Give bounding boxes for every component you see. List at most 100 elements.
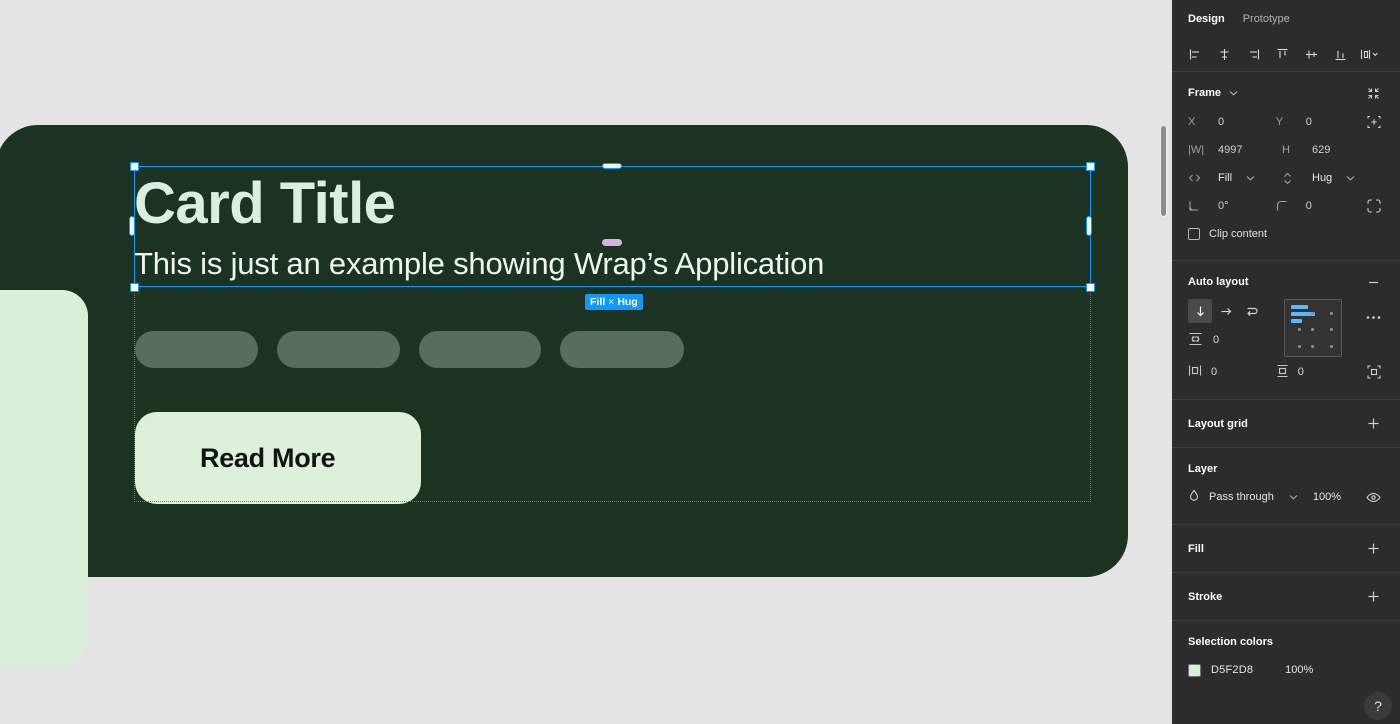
corner-radius-value: 0	[1305, 200, 1312, 212]
layer-section: Layer Pass through 100%	[1172, 448, 1400, 525]
collapse-frame-icon[interactable]	[1362, 82, 1384, 104]
layout-grid-title: Layout grid	[1188, 417, 1248, 430]
right-properties-panel: Design Prototype Frame X 0 Y 0 |W| 4997 …	[1172, 0, 1400, 724]
padding-row: 0 0	[1188, 357, 1384, 387]
gap-icon	[1188, 332, 1203, 349]
placeholder-pill[interactable]	[277, 331, 400, 368]
direction-buttons	[1188, 297, 1280, 325]
add-stroke-icon[interactable]	[1362, 586, 1384, 608]
card-subtitle-text[interactable]: This is just an example showing Wrap’s A…	[134, 244, 824, 284]
fill-section: Fill	[1172, 525, 1400, 573]
panel-tabs: Design Prototype	[1172, 0, 1400, 38]
chevron-down-icon[interactable]	[1229, 87, 1238, 99]
blend-mode-row[interactable]: Pass through 100%	[1188, 484, 1384, 510]
stroke-title: Stroke	[1188, 590, 1223, 603]
blend-mode-icon	[1188, 489, 1200, 505]
add-fill-icon[interactable]	[1362, 538, 1384, 560]
placeholder-pill[interactable]	[135, 331, 258, 368]
frame-section-header: Frame	[1188, 82, 1384, 104]
frame-position-row: X 0 Y 0	[1188, 108, 1384, 136]
chevron-down-icon[interactable]	[1246, 172, 1255, 184]
canvas-vertical-scrollbar[interactable]	[1160, 125, 1167, 217]
rotation-value: 0°	[1218, 200, 1229, 212]
side-panel-shape[interactable]	[0, 290, 88, 665]
help-button[interactable]: ?	[1364, 692, 1392, 720]
height-field[interactable]: H 629	[1282, 144, 1376, 156]
visibility-eye-icon[interactable]	[1362, 486, 1384, 508]
pill-row	[135, 331, 684, 368]
horizontal-direction-icon[interactable]	[1214, 299, 1238, 323]
horizontal-resize-value: Fill	[1218, 172, 1233, 184]
size-badge[interactable]: Fill × Hug	[585, 294, 643, 310]
chevron-down-icon[interactable]	[1289, 491, 1298, 503]
resize-handle-left[interactable]	[129, 216, 135, 236]
size-badge-height: Hug	[617, 296, 638, 308]
rotation-field[interactable]: 0°	[1188, 200, 1276, 212]
clip-content-label: Clip content	[1209, 228, 1268, 240]
add-layout-grid-icon[interactable]	[1362, 413, 1384, 435]
align-vertical-centers-icon[interactable]	[1298, 42, 1325, 68]
auto-layout-direction-group: 0	[1188, 297, 1280, 355]
x-field[interactable]: X 0	[1188, 116, 1276, 128]
selection-handle-bottom-left[interactable]	[130, 283, 139, 292]
layer-header: Layer	[1188, 458, 1384, 480]
align-left-icon[interactable]	[1182, 42, 1209, 68]
alignment-toolbar	[1172, 38, 1400, 72]
chevron-down-icon[interactable]	[1346, 172, 1355, 184]
clip-content-checkbox[interactable]	[1188, 228, 1200, 240]
align-bottom-icon[interactable]	[1327, 42, 1354, 68]
auto-layout-more-options-icon[interactable]	[1362, 297, 1384, 319]
selection-handle-top-right[interactable]	[1086, 162, 1095, 171]
layer-opacity-value[interactable]: 100%	[1313, 491, 1341, 503]
width-field[interactable]: |W| 4997	[1188, 144, 1282, 156]
placeholder-pill[interactable]	[419, 331, 541, 368]
height-value: 629	[1312, 144, 1331, 156]
card-title-text[interactable]: Card Title	[134, 172, 396, 236]
resize-handle-right[interactable]	[1086, 216, 1092, 236]
size-badge-separator: ×	[608, 296, 615, 308]
clip-content-row[interactable]: Clip content	[1188, 220, 1384, 248]
align-top-icon[interactable]	[1269, 42, 1296, 68]
design-canvas[interactable]: Card Title This is just an example showi…	[0, 0, 1172, 724]
fill-title: Fill	[1188, 542, 1204, 555]
figma-window: Card Title This is just an example showi…	[0, 0, 1400, 724]
selection-handle-bottom-right[interactable]	[1086, 283, 1095, 292]
frame-title: Frame	[1188, 87, 1222, 99]
corner-radius-field[interactable]: 0	[1276, 200, 1364, 212]
distribute-icon[interactable]	[1356, 42, 1383, 68]
size-badge-width: Fill	[590, 296, 606, 308]
y-label: Y	[1275, 116, 1284, 128]
horizontal-padding-field[interactable]: 0	[1188, 364, 1276, 380]
read-more-button[interactable]: Read More	[135, 412, 421, 504]
selection-colors-title: Selection colors	[1188, 636, 1273, 648]
vertical-resizing-field[interactable]: Hug	[1282, 172, 1376, 185]
vertical-direction-icon[interactable]	[1188, 299, 1212, 323]
y-value: 0	[1305, 116, 1312, 128]
absolute-position-icon[interactable]	[1363, 111, 1384, 133]
frame-section: Frame X 0 Y 0 |W| 4997 H 629 Fill Hug 0°…	[1172, 72, 1400, 261]
y-field[interactable]: Y 0	[1276, 116, 1364, 128]
auto-layout-alignment-grid[interactable]	[1284, 299, 1342, 357]
tab-prototype[interactable]: Prototype	[1243, 13, 1290, 25]
remove-auto-layout-icon[interactable]	[1362, 271, 1384, 293]
frame-title-wrap[interactable]: Frame	[1188, 87, 1238, 99]
horizontal-resizing-field[interactable]: Fill	[1188, 172, 1282, 184]
vertical-padding-field[interactable]: 0	[1276, 364, 1364, 381]
wrap-direction-icon[interactable]	[1240, 299, 1264, 323]
gap-spacing-handle[interactable]	[602, 239, 622, 246]
color-hex-value: D5F2D8	[1211, 664, 1254, 676]
color-swatch[interactable]	[1188, 663, 1201, 677]
placeholder-pill[interactable]	[560, 331, 684, 368]
align-horizontal-centers-icon[interactable]	[1211, 42, 1238, 68]
resize-handle-top[interactable]	[602, 163, 622, 169]
read-more-label: Read More	[200, 442, 336, 473]
individual-padding-icon[interactable]	[1363, 361, 1384, 383]
frame-resizing-row: Fill Hug	[1188, 164, 1384, 192]
color-opacity-value: 100%	[1285, 664, 1314, 676]
selection-color-item[interactable]: D5F2D8 100%	[1188, 657, 1384, 683]
align-right-icon[interactable]	[1240, 42, 1267, 68]
selection-handle-top-left[interactable]	[130, 162, 139, 171]
tab-design[interactable]: Design	[1188, 13, 1225, 25]
gap-field[interactable]: 0	[1188, 325, 1280, 355]
independent-corners-icon[interactable]	[1363, 195, 1384, 217]
